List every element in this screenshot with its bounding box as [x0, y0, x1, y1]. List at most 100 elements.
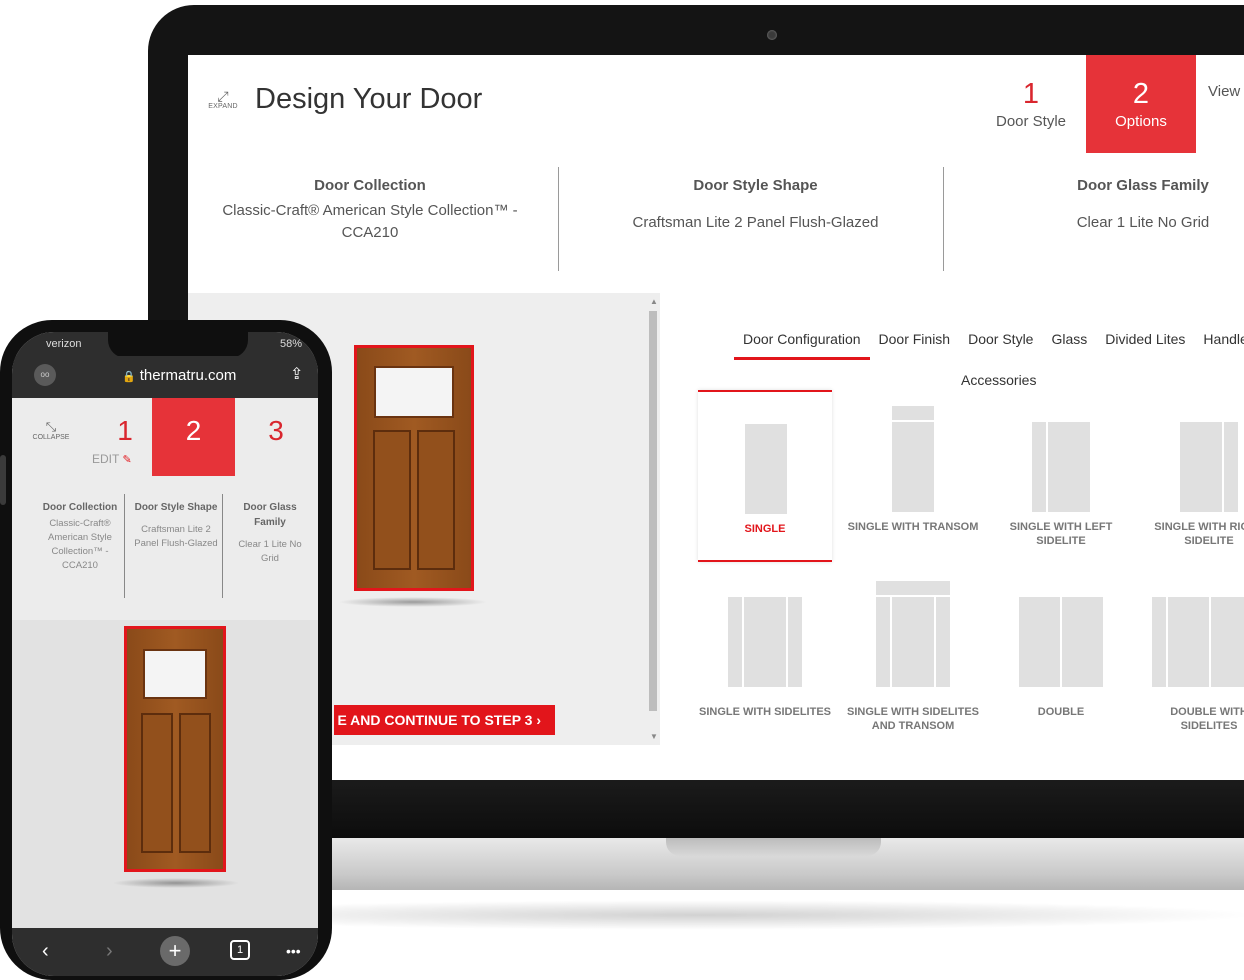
config-label: SINGLE WITH SIDELITES	[698, 706, 831, 718]
config-double-with-sidelites[interactable]: DOUBLE WITH SIDELITES	[1142, 575, 1244, 747]
laptop-screen: ⤢ EXPAND Design Your Door 1 Door Style 2…	[188, 55, 1244, 780]
step-number: 1	[1022, 78, 1040, 110]
summary-title: Door Glass Family	[243, 502, 297, 528]
options-tabs: Door Configuration Door Finish Door Styl…	[734, 331, 1244, 360]
tabs-button[interactable]: 1	[230, 940, 250, 960]
door-panel	[417, 430, 455, 570]
scroll-thumb[interactable]	[649, 311, 657, 711]
step-options[interactable]: 2 Options	[1086, 55, 1196, 153]
door-panel	[179, 713, 211, 853]
save-continue-step3-button[interactable]: E AND CONTINUE TO STEP 3 ›	[334, 705, 555, 735]
divider	[124, 494, 125, 598]
expand-label: EXPAND	[208, 103, 238, 110]
config-single-with-left-sidelite[interactable]: SINGLE WITH LEFT SIDELITE	[994, 390, 1128, 562]
config-single-with-right-sidelite[interactable]: SINGLE WITH RIGHT SIDELITE	[1142, 390, 1244, 562]
door-panel	[141, 713, 173, 853]
carrier-label: verizon	[46, 338, 82, 350]
preview-scrollbar[interactable]: ▲ ▼	[647, 295, 659, 743]
single-door-icon	[698, 406, 832, 516]
lock-icon: 🔒	[122, 371, 136, 383]
battery-label: 58%	[280, 338, 303, 350]
tab-door-configuration[interactable]: Door Configuration	[734, 331, 870, 360]
forward-button[interactable]: ›	[106, 940, 113, 962]
more-button[interactable]: •••	[286, 940, 301, 962]
single-transom-icon	[846, 404, 980, 514]
single-right-sidelite-icon	[1142, 404, 1244, 514]
mobile-summary-door-style-shape: Door Style Shape Craftsman Lite 2 Panel …	[132, 500, 220, 551]
reader-icon[interactable]: oo	[34, 364, 56, 386]
step-number: 2	[185, 415, 202, 446]
collapse-icon: ⤡	[45, 419, 57, 434]
mobile-summary-door-collection: Door Collection Classic-Craft® American …	[38, 500, 122, 573]
url-bar[interactable]: oo 🔒 thermatru.com ⇪	[12, 356, 318, 398]
back-button[interactable]: ‹	[42, 940, 49, 962]
door-shadow	[112, 878, 240, 888]
mobile-step-1[interactable]: 1	[90, 416, 160, 446]
config-label: SINGLE WITH RIGHT SIDELITE	[1154, 521, 1244, 547]
door-glass	[143, 649, 207, 699]
collapse-button[interactable]: ⤡ COLLAPSE	[32, 419, 70, 442]
step-number: 1	[117, 415, 133, 446]
summary-door-style-shape: Door Style Shape Craftsman Lite 2 Panel …	[588, 177, 923, 234]
config-label: DOUBLE WITH SIDELITES	[1170, 706, 1244, 732]
step-door-style[interactable]: 1 Door Style	[976, 55, 1086, 153]
door-preview-image	[354, 345, 474, 591]
step-label: View	[1208, 83, 1241, 100]
url-text[interactable]: 🔒 thermatru.com	[122, 367, 236, 384]
share-icon[interactable]: ⇪	[290, 364, 303, 384]
mobile-step-3[interactable]: 3	[238, 416, 314, 446]
summary-title: Door Collection	[314, 177, 426, 194]
summary-title: Door Style Shape	[693, 177, 818, 194]
expand-button[interactable]: ⤢ EXPAND	[206, 89, 240, 110]
collapse-label: COLLAPSE	[32, 434, 70, 441]
config-label: SINGLE WITH TRANSOM	[847, 521, 979, 533]
expand-icon: ⤢	[217, 88, 229, 104]
scroll-down-arrow[interactable]: ▼	[650, 732, 658, 741]
tab-accessories[interactable]: Accessories	[961, 372, 1036, 388]
divider	[558, 167, 559, 271]
tab-divided-lites[interactable]: Divided Lites	[1096, 331, 1194, 360]
summary-title: Door Collection	[42, 502, 118, 513]
url-domain: thermatru.com	[139, 367, 237, 384]
new-tab-button[interactable]: +	[160, 936, 190, 966]
single-left-sidelite-icon	[994, 404, 1128, 514]
summary-value: Clear 1 Lite No Grid	[1076, 214, 1210, 231]
stage: ⤢ EXPAND Design Your Door 1 Door Style 2…	[0, 0, 1244, 980]
config-label: SINGLE	[744, 523, 786, 535]
phone-side-button	[0, 455, 6, 505]
mobile-step-2[interactable]: 2	[152, 398, 235, 476]
page-title: Design Your Door	[255, 83, 483, 115]
divider	[222, 494, 223, 598]
double-door-icon	[994, 589, 1128, 699]
config-label: DOUBLE	[1037, 706, 1085, 718]
step-indicator: 1 Door Style 2 Options View	[976, 55, 1244, 153]
double-sidelites-icon	[1142, 589, 1244, 699]
tab-door-finish[interactable]: Door Finish	[870, 331, 960, 360]
summary-door-glass-family: Door Glass Family Clear 1 Lite No Grid	[988, 177, 1244, 234]
summary-value: Classic-Craft® American Style Collection…	[222, 202, 518, 241]
config-single-with-sidelites[interactable]: SINGLE WITH SIDELITES	[698, 575, 832, 747]
step-number: 3	[268, 415, 284, 446]
config-label: SINGLE WITH SIDELITES AND TRANSOM	[846, 706, 979, 732]
summary-value: Craftsman Lite 2 Panel Flush-Glazed	[134, 524, 218, 549]
config-single-with-sidelites-and-transom[interactable]: SINGLE WITH SIDELITES AND TRANSOM	[846, 575, 980, 747]
browser-toolbar: ‹ › + 1 •••	[12, 928, 318, 976]
laptop-camera	[767, 30, 777, 40]
tab-handleset[interactable]: Handleset	[1194, 331, 1244, 360]
summary-title: Door Glass Family	[1077, 177, 1209, 194]
config-label: SINGLE WITH LEFT SIDELITE	[1009, 521, 1113, 547]
summary-value: Classic-Craft® American Style Collection…	[48, 518, 112, 571]
pencil-icon: ✎	[122, 454, 132, 466]
mobile-summary-door-glass-family: Door Glass Family Clear 1 Lite No Grid	[230, 500, 310, 566]
config-single-with-transom[interactable]: SINGLE WITH TRANSOM	[846, 390, 980, 562]
scroll-up-arrow[interactable]: ▲	[650, 297, 658, 306]
config-single[interactable]: SINGLE	[698, 390, 832, 562]
step-view[interactable]: View	[1196, 55, 1244, 153]
tab-door-style[interactable]: Door Style	[959, 331, 1042, 360]
laptop-notch	[666, 838, 881, 856]
step-number: 2	[1132, 78, 1150, 110]
config-double[interactable]: DOUBLE	[994, 575, 1128, 747]
summary-title: Door Style Shape	[134, 502, 218, 513]
tab-glass[interactable]: Glass	[1042, 331, 1096, 360]
edit-link[interactable]: EDIT ✎	[92, 452, 132, 466]
